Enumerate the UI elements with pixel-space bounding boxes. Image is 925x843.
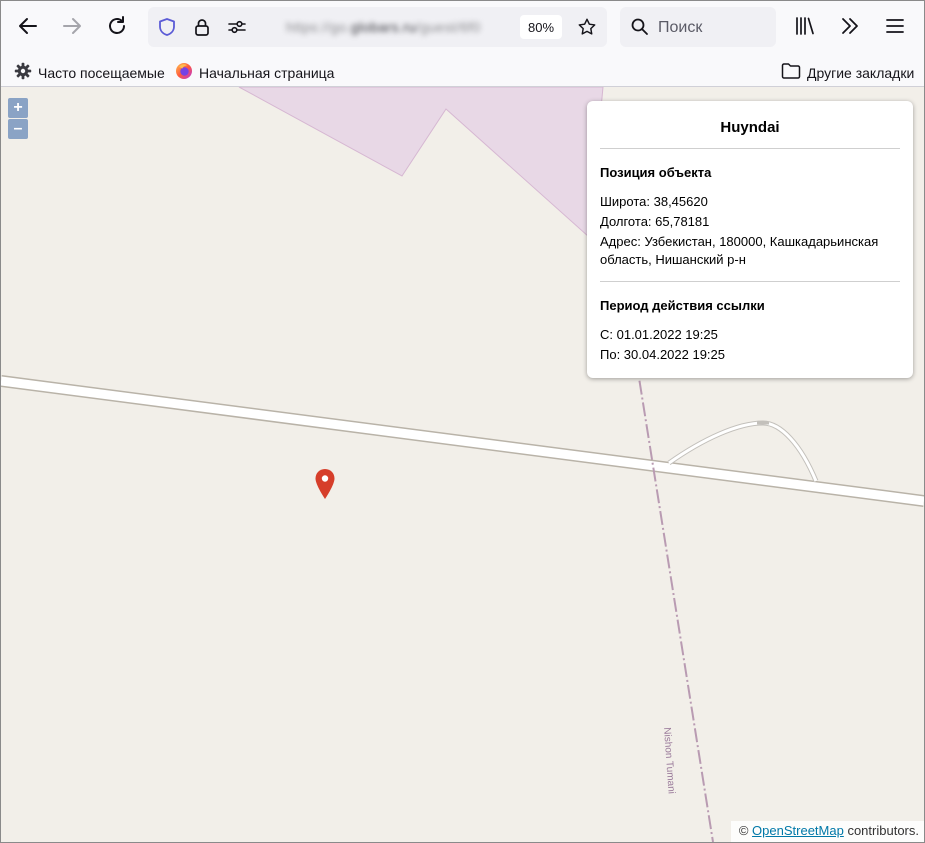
browser-window: https://go.globars.ru/guest/6f0 80% Поис… [0,0,925,843]
folder-icon [781,62,801,83]
highway [1,376,924,506]
zoom-level-badge[interactable]: 80% [520,15,562,39]
bookmark-home-page[interactable]: Начальная страница [175,62,334,83]
popup-divider [600,281,900,282]
library-icon [794,15,816,37]
reload-icon [106,15,128,37]
navigation-toolbar: https://go.globars.ru/guest/6f0 80% Поис… [1,1,924,55]
period-to: По: 30.04.2022 19:25 [600,347,726,362]
url-text[interactable]: https://go.globars.ru/guest/6f0 [286,19,481,35]
bookmark-label: Другие закладки [807,64,915,81]
app-menu-button[interactable] [877,8,913,44]
bookmark-label: Начальная страница [199,64,335,81]
openstreetmap-link[interactable]: OpenStreetMap [752,823,844,838]
bookmark-other[interactable]: Другие закладки [781,62,914,83]
lock-icon[interactable] [192,17,212,37]
bookmarks-toolbar: Часто посещаемые Начальная страница Друг… [1,55,924,87]
popup-title: Huyndai [600,101,900,149]
restricted-area [238,87,604,239]
object-info-popup: Huyndai Позиция объекта Широта: 38,45620… [587,101,913,378]
bookmark-label: Часто посещаемые [38,64,165,81]
position-heading: Позиция объекта [600,165,712,180]
bookmark-most-visited[interactable]: Часто посещаемые [14,62,165,83]
overflow-chevron-icon [839,15,861,37]
map-attribution: © OpenStreetMap contributors. [730,821,924,842]
bookmark-star-icon[interactable] [577,17,597,37]
gear-icon [14,62,32,83]
forward-arrow-icon [61,15,83,37]
search-bar[interactable]: Поиск [620,7,776,47]
map-marker-icon[interactable] [314,468,336,505]
search-icon [630,17,650,42]
period-from: С: 01.01.2022 19:25 [600,327,718,342]
latitude-value: Широта: 38,45620 [600,194,708,209]
back-arrow-icon [17,15,39,37]
address-bar[interactable]: https://go.globars.ru/guest/6f0 80% [148,7,607,47]
tracking-shield-icon[interactable] [157,17,177,37]
zoom-out-button[interactable]: – [8,119,28,139]
forward-button[interactable] [54,8,90,44]
search-placeholder: Поиск [658,19,703,36]
overflow-menu-button[interactable] [832,8,868,44]
firefox-icon [175,62,193,83]
zoom-control: + – [8,98,28,139]
back-button[interactable] [10,8,46,44]
permissions-icon[interactable] [227,17,247,37]
library-button[interactable] [787,8,823,44]
period-heading: Период действия ссылки [600,298,765,313]
longitude-value: Долгота: 65,78181 [600,214,710,229]
address-value: Адрес: Узбекистан, 180000, Кашкадарьинск… [600,234,879,267]
reload-button[interactable] [99,8,135,44]
zoom-in-button[interactable]: + [8,98,28,118]
hamburger-menu-icon [884,15,906,37]
map-view[interactable]: Nishon Tumani + – Huyndai Позиция объект… [1,87,924,842]
